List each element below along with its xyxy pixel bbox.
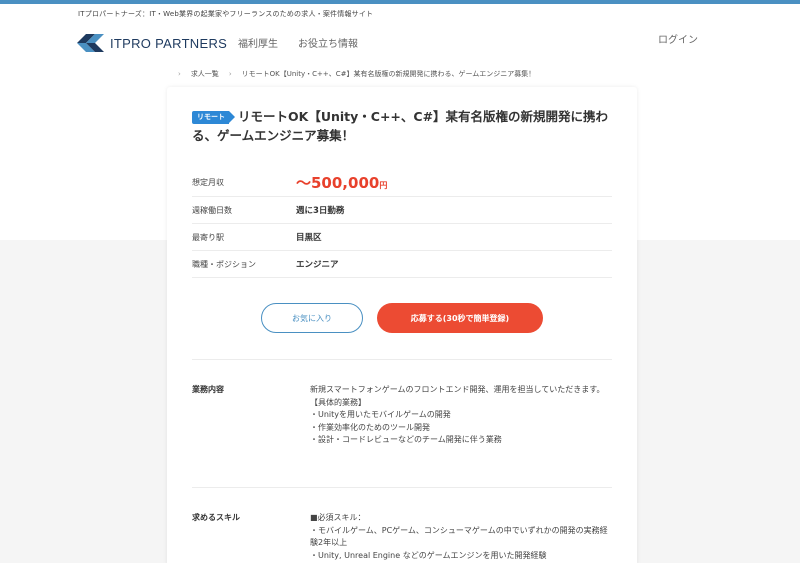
favorite-button[interactable]: お気に入り <box>261 303 363 333</box>
logo-text: ITPRO PARTNERS <box>110 35 228 51</box>
section-label: 求めるスキル <box>192 513 240 522</box>
breadcrumb: › 求人一覧 › リモートOK【Unity・C++、C#】某有名版権の新規開発に… <box>178 69 535 79</box>
info-label: 最寄り駅 <box>192 232 224 242</box>
salary-unit: 円 <box>379 181 388 190</box>
info-value: 目黒区 <box>296 233 322 243</box>
top-accent-bar <box>0 0 800 4</box>
section-skills: 求めるスキル ■必須スキル： ・モバイルゲーム、PCゲーム、コンシューマゲームの… <box>192 512 612 562</box>
site-tagline: ITプロパートナーズ：IT・Web業界の起業家やフリーランスのための求人・案件情… <box>78 10 374 18</box>
info-label: 想定月収 <box>192 178 224 187</box>
breadcrumb-current: リモートOK【Unity・C++、C#】某有名版権の新規開発に携わる、ゲームエン… <box>241 70 536 78</box>
section-body: ■必須スキル： ・モバイルゲーム、PCゲーム、コンシューマゲームの中でいずれかの… <box>310 513 608 560</box>
salary-value: 〜500,000円 <box>296 172 387 193</box>
login-link[interactable]: ログイン <box>658 31 698 46</box>
main-nav: 福利厚生 お役立ち情報 <box>238 35 358 50</box>
divider <box>192 487 612 488</box>
action-buttons: お気に入り 応募する(30秒で簡単登録) <box>261 303 543 333</box>
info-row-station: 最寄り駅 目黒区 <box>192 224 612 251</box>
site-logo[interactable]: ITPRO PARTNERS <box>77 34 227 52</box>
info-value: 週に3日勤務 <box>296 206 345 216</box>
divider <box>192 359 612 360</box>
apply-button[interactable]: 応募する(30秒で簡単登録) <box>377 303 543 333</box>
logo-mark-icon <box>77 34 104 52</box>
section-duties: 業務内容 新規スマートフォンゲームのフロントエンド開発、運用を担当していただきま… <box>192 384 612 447</box>
remote-badge: リモート <box>192 111 235 124</box>
info-row-days: 週稼働日数 週に3日勤務 <box>192 197 612 224</box>
nav-useful-info[interactable]: お役立ち情報 <box>298 35 358 50</box>
job-title: リモートOK【Unity・C++、C#】某有名版権の新規開発に携わる、ゲームエン… <box>192 109 609 143</box>
info-value: エンジニア <box>296 260 339 270</box>
chevron-right-icon: › <box>178 70 181 78</box>
job-info-table: 想定月収 〜500,000円 週稼働日数 週に3日勤務 最寄り駅 目黒区 職種・… <box>192 169 612 278</box>
info-label: 職種・ポジション <box>192 259 256 269</box>
info-row-salary: 想定月収 〜500,000円 <box>192 169 612 197</box>
section-label: 業務内容 <box>192 385 224 394</box>
breadcrumb-job-list[interactable]: 求人一覧 <box>191 69 219 79</box>
salary-amount: 〜500,000 <box>296 174 380 192</box>
nav-benefits[interactable]: 福利厚生 <box>238 35 278 50</box>
section-body: 新規スマートフォンゲームのフロントエンド開発、運用を担当していただきます。 【具… <box>310 385 605 444</box>
info-label: 週稼働日数 <box>192 205 232 215</box>
chevron-right-icon: › <box>228 70 232 78</box>
job-title-block: リモート リモートOK【Unity・C++、C#】某有名版権の新規開発に携わる、ゲ… <box>192 107 612 145</box>
info-row-position: 職種・ポジション エンジニア <box>192 251 612 278</box>
job-card: リモート リモートOK【Unity・C++、C#】某有名版権の新規開発に携わる、ゲ… <box>167 87 637 563</box>
